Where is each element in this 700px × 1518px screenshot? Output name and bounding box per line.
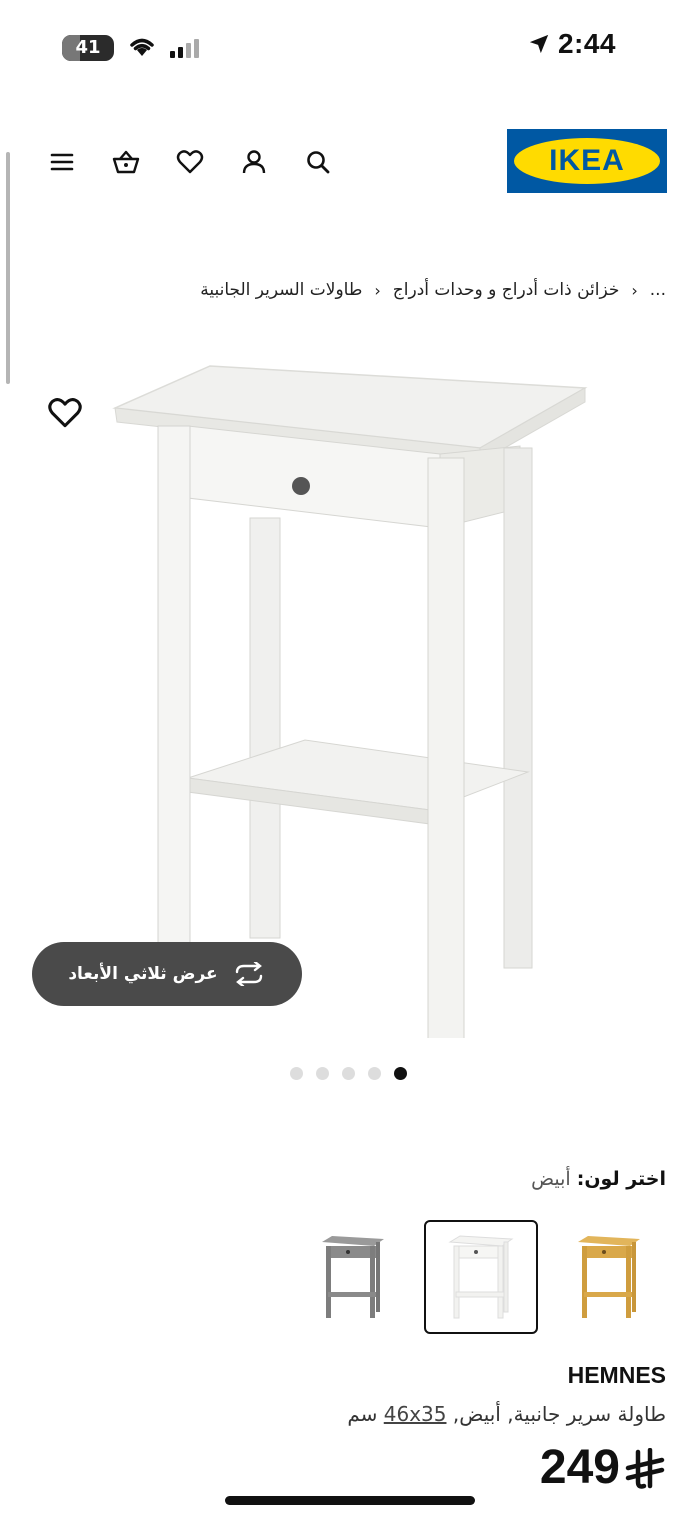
gallery-dot[interactable] — [368, 1067, 381, 1080]
search-icon — [307, 151, 330, 174]
signal-icon — [170, 38, 199, 58]
cart-button[interactable] — [94, 143, 158, 181]
color-swatches — [296, 1220, 666, 1334]
swatch-white[interactable] — [424, 1220, 538, 1334]
product-description: طاولة سرير جانبية, أبيض, 46x35 سم — [347, 1402, 666, 1426]
account-icon — [242, 150, 266, 174]
product-brand: HEMNES — [567, 1362, 666, 1388]
status-time: 2:44 — [557, 28, 616, 59]
gallery-dot[interactable] — [290, 1067, 303, 1080]
gallery-dot-active[interactable] — [394, 1067, 407, 1080]
chevron-icon: ‹ — [374, 280, 381, 300]
color-select-label: اختر لون: أبيض — [531, 1168, 666, 1190]
color-label-text: اختر لون: — [576, 1168, 666, 1190]
breadcrumb: ... ‹ خزائن ذات أدراج و وحدات أدراج ‹ طا… — [200, 280, 666, 300]
wifi-icon — [130, 38, 154, 56]
ikea-logo[interactable]: IKEA — [507, 129, 667, 193]
price-amount: 249 — [539, 1441, 620, 1494]
product-dimensions-link[interactable]: 46x35 — [384, 1402, 447, 1426]
saudi-riyal-icon — [625, 1448, 665, 1489]
wishlist-button[interactable] — [158, 143, 222, 181]
battery-level: 41 — [75, 37, 101, 58]
breadcrumb-item[interactable]: خزائن ذات أدراج و وحدات أدراج — [393, 280, 620, 300]
breadcrumb-ellipsis[interactable]: ... — [650, 280, 666, 300]
product-description-text: طاولة سرير جانبية, أبيض, — [452, 1402, 666, 1426]
menu-icon — [50, 153, 74, 171]
account-button[interactable] — [222, 143, 286, 181]
search-button[interactable] — [286, 143, 350, 181]
view-3d-label: عرض ثلاثي الأبعاد — [68, 964, 218, 984]
product-dimensions-unit: سم — [347, 1402, 378, 1426]
location-arrow-icon — [529, 34, 549, 54]
product-gallery: عرض ثلاثي الأبعاد — [0, 340, 700, 1080]
home-indicator[interactable] — [225, 1496, 475, 1505]
rotate-3d-icon — [235, 962, 262, 986]
logo-text: IKEA — [549, 144, 625, 177]
swatch-grey[interactable] — [296, 1220, 410, 1334]
cart-icon — [112, 150, 140, 174]
gallery-pagination — [290, 1067, 407, 1080]
status-bar: 41 2:44 — [0, 0, 700, 95]
menu-button[interactable] — [30, 143, 94, 181]
wishlist-icon — [176, 150, 204, 174]
breadcrumb-item[interactable]: طاولات السرير الجانبية — [200, 280, 362, 300]
product-image[interactable] — [100, 358, 600, 1038]
color-selected-value: أبيض — [531, 1168, 571, 1190]
site-header: IKEA — [0, 125, 700, 197]
product-price: 249 — [540, 1444, 666, 1492]
view-3d-button[interactable]: عرض ثلاثي الأبعاد — [32, 942, 302, 1006]
heart-icon[interactable] — [46, 394, 84, 432]
gallery-dot[interactable] — [342, 1067, 355, 1080]
swatch-yellow-brown[interactable] — [552, 1220, 666, 1334]
gallery-dot[interactable] — [316, 1067, 329, 1080]
chevron-icon: ‹ — [631, 280, 638, 300]
battery-icon: 41 — [62, 35, 114, 61]
